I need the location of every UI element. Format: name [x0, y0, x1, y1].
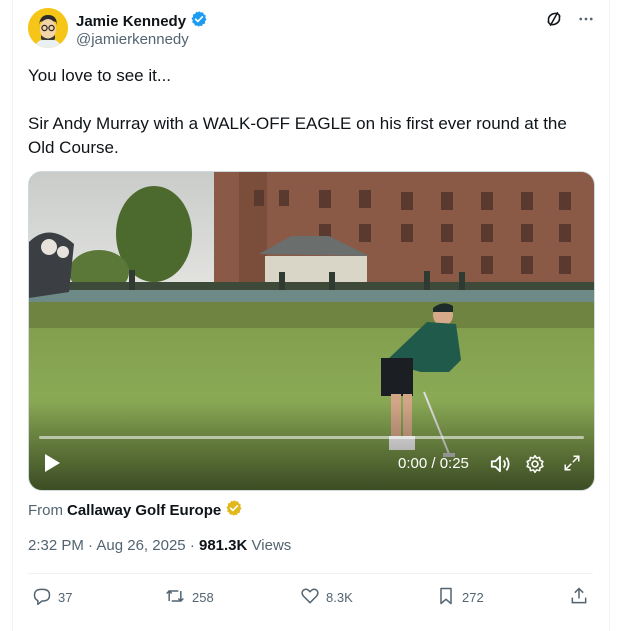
tweet-text: You love to see it... Sir Andy Murray wi…: [28, 66, 567, 157]
author-name-row[interactable]: Jamie Kennedy: [76, 10, 208, 33]
fullscreen-icon[interactable]: [563, 454, 581, 477]
like-count: 8.3K: [326, 590, 353, 605]
gold-verified-badge-icon: [225, 499, 243, 521]
repost-count: 258: [192, 590, 214, 605]
play-icon[interactable]: [43, 453, 61, 478]
views-count: 981.3K: [198, 537, 248, 554]
verified-badge-icon: [190, 10, 208, 33]
video-controls: 0:00 / 0:25: [29, 438, 594, 490]
share-button[interactable]: [569, 586, 589, 609]
meta-separator: ·: [88, 537, 94, 554]
video-time: 0:00 / 0:25: [398, 455, 469, 472]
tweet-time[interactable]: 2:32 PM: [28, 537, 84, 554]
reply-icon: [32, 586, 52, 609]
meta-separator: ·: [189, 537, 195, 554]
tweet-top-actions: [545, 10, 595, 33]
author-handle[interactable]: @jamierkennedy: [76, 31, 189, 48]
volume-icon[interactable]: [489, 454, 511, 479]
bookmark-button[interactable]: 272: [436, 586, 484, 609]
bookmark-count: 272: [462, 590, 484, 605]
repost-button[interactable]: 258: [164, 586, 214, 609]
bookmark-icon: [436, 586, 456, 609]
settings-icon[interactable]: [525, 454, 545, 479]
tweet-actions: 37 258 8.3K 272: [28, 586, 593, 610]
divider: [28, 573, 593, 574]
repost-icon: [164, 586, 186, 609]
more-icon[interactable]: [577, 10, 595, 33]
reply-count: 37: [58, 590, 73, 605]
avatar[interactable]: [28, 8, 68, 48]
video-player[interactable]: 0:00 / 0:25: [28, 171, 595, 491]
tweet-date[interactable]: Aug 26, 2025: [96, 537, 185, 554]
like-icon: [300, 586, 320, 609]
author-name[interactable]: Jamie Kennedy: [76, 13, 186, 30]
like-button[interactable]: 8.3K: [300, 586, 353, 609]
grok-icon[interactable]: [545, 10, 563, 33]
share-icon: [569, 586, 589, 609]
views-label: Views: [251, 537, 292, 554]
reply-button[interactable]: 37: [32, 586, 72, 609]
source-name[interactable]: Callaway Golf Europe: [67, 502, 221, 519]
tweet-meta: 2:32 PM · Aug 26, 2025 · 981.3K Views: [28, 537, 291, 554]
source-prefix: From: [28, 501, 63, 519]
media-source: From Callaway Golf Europe: [28, 499, 243, 521]
